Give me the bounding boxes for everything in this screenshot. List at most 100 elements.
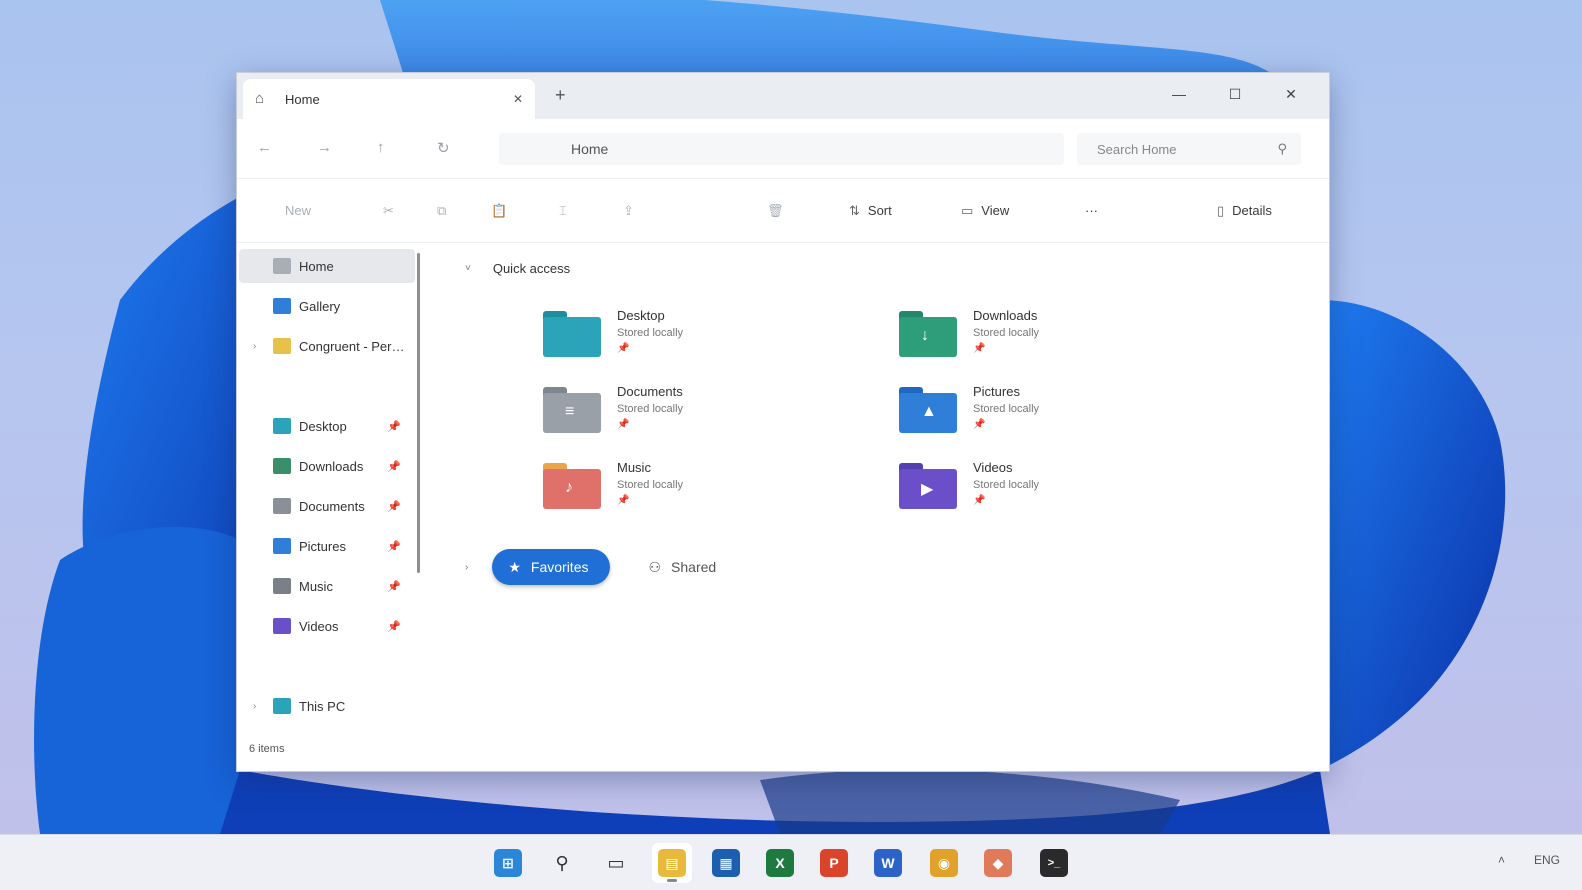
copy-icon[interactable]: ⧉: [437, 203, 446, 219]
tile-name: Downloads: [973, 308, 1038, 323]
home-icon: [273, 258, 291, 274]
quick-access-header[interactable]: ˅ Quick access: [465, 261, 570, 276]
tile-name: Pictures: [973, 384, 1020, 399]
documents-icon: [273, 498, 291, 514]
address-bar: ← → ↑ ↻ Home Search Home ⚲: [237, 119, 1329, 179]
cut-icon[interactable]: ✂: [383, 203, 394, 219]
maximize-button[interactable]: ☐: [1215, 79, 1255, 109]
chevron-right-icon[interactable]: ›: [253, 341, 256, 352]
tile-subtitle: Stored locally: [973, 479, 1040, 491]
folder-desktop-icon: [543, 311, 601, 357]
status-item-count: 6 items: [249, 743, 285, 755]
rename-icon[interactable]: ⌶: [559, 203, 567, 219]
minimize-button[interactable]: —: [1159, 79, 1199, 109]
share-icon[interactable]: ⇪: [623, 203, 634, 219]
sidebar-scrollbar[interactable]: [417, 253, 420, 573]
up-icon[interactable]: ↑: [377, 139, 385, 156]
command-bar: New ✂ ⧉ 📋 ⌶ ⇪ 🗑 ⇅ Sort ▭ View ··· ▯ Details: [237, 181, 1329, 243]
favorites-label: Favorites: [530, 559, 589, 575]
tab-home[interactable]: ⌂ Home ✕: [243, 79, 535, 119]
search-input[interactable]: Search Home ⚲: [1077, 133, 1301, 165]
more-button[interactable]: ···: [1085, 203, 1098, 218]
terminal-taskbar-button[interactable]: >_: [1034, 843, 1074, 883]
quick-access-desktop[interactable]: Desktop Stored locally 📌: [543, 307, 863, 371]
downloads-icon: [273, 458, 291, 474]
store-taskbar-button[interactable]: ▦: [706, 843, 746, 883]
refresh-icon[interactable]: ↻: [437, 139, 450, 157]
close-window-button[interactable]: ✕: [1271, 79, 1311, 109]
sidebar-item-gallery[interactable]: Gallery: [239, 289, 415, 323]
shared-button[interactable]: ⚇ Shared: [632, 549, 738, 585]
back-icon[interactable]: ←: [257, 139, 272, 156]
new-button[interactable]: New: [285, 203, 311, 218]
home-icon: ⌂: [255, 90, 265, 107]
pin-icon: 📌: [973, 343, 986, 354]
taskbar-search-button[interactable]: ⚲: [542, 843, 582, 883]
sidebar-item-documents[interactable]: Documents 📌: [239, 489, 415, 523]
running-indicator: [667, 879, 677, 882]
app-taskbar-button[interactable]: ◆: [978, 843, 1018, 883]
search-icon: ⚲: [555, 852, 569, 873]
start-button[interactable]: ⊞: [488, 843, 528, 883]
task-view-button[interactable]: ▭: [596, 843, 636, 883]
powerpoint-taskbar-button[interactable]: P: [814, 843, 854, 883]
tile-name: Desktop: [617, 308, 665, 323]
view-label: View: [981, 203, 1010, 218]
pictures-icon: [273, 538, 291, 554]
view-button[interactable]: ▭ View: [961, 203, 1009, 219]
pin-icon: 📌: [617, 419, 630, 430]
sidebar-item-pictures[interactable]: Pictures 📌: [239, 529, 415, 563]
new-tab-button[interactable]: +: [555, 85, 566, 106]
sort-icon: ⇅: [849, 203, 860, 218]
sidebar-item-downloads[interactable]: Downloads 📌: [239, 449, 415, 483]
tile-subtitle: Stored locally: [973, 327, 1040, 339]
sidebar-item-home[interactable]: Home: [239, 249, 415, 283]
excel-taskbar-button[interactable]: X: [760, 843, 800, 883]
tray-chevron-up-icon[interactable]: ˄: [1498, 853, 1505, 867]
tab-close-button[interactable]: ✕: [513, 92, 523, 106]
delete-icon[interactable]: 🗑: [767, 203, 784, 219]
quick-access-videos[interactable]: ▶ Videos Stored locally 📌: [899, 459, 1219, 523]
quick-access-pictures[interactable]: ▲ Pictures Stored locally 📌: [899, 383, 1219, 447]
breadcrumb-home[interactable]: Home: [571, 141, 608, 157]
word-taskbar-button[interactable]: W: [868, 843, 908, 883]
chevron-right-icon[interactable]: ›: [465, 562, 468, 573]
music-icon: [273, 578, 291, 594]
sidebar-item-videos[interactable]: Videos 📌: [239, 609, 415, 643]
chrome-taskbar-button[interactable]: ◉: [924, 843, 964, 883]
quick-access-downloads[interactable]: ↓ Downloads Stored locally 📌: [899, 307, 1219, 371]
sidebar-item-label: Gallery: [299, 298, 341, 314]
pin-icon: 📌: [387, 500, 401, 513]
word-icon: W: [874, 849, 902, 877]
tile-subtitle: Stored locally: [973, 403, 1040, 415]
sidebar-item-onedrive[interactable]: › Congruent - Personal: [239, 329, 415, 363]
star-icon: ★: [508, 558, 521, 575]
chevron-down-icon[interactable]: ˅: [465, 263, 471, 274]
details-icon: ▯: [1217, 203, 1225, 218]
section-title: Quick access: [492, 261, 571, 276]
sidebar-item-this-pc[interactable]: › This PC: [239, 689, 415, 723]
this-pc-icon: [273, 698, 291, 714]
sort-button[interactable]: ⇅ Sort: [849, 203, 892, 219]
windows-icon: ⊞: [494, 849, 522, 877]
content-pane: ˅ Quick access Desktop Stored locally 📌 …: [465, 249, 1315, 729]
favorites-button[interactable]: ★ Favorites: [492, 549, 611, 585]
file-explorer-taskbar-button[interactable]: ▤: [652, 843, 692, 883]
sidebar-item-label: Downloads: [299, 458, 364, 474]
breadcrumb[interactable]: Home: [499, 133, 1064, 165]
sidebar-item-music[interactable]: Music 📌: [239, 569, 415, 603]
details-label: Details: [1232, 203, 1272, 218]
tile-subtitle: Stored locally: [617, 403, 684, 415]
sidebar-item-label: Pictures: [299, 538, 346, 554]
shared-icon: ⚇: [648, 558, 662, 575]
forward-icon[interactable]: →: [317, 139, 332, 156]
language-indicator[interactable]: ENG: [1534, 853, 1560, 867]
sidebar-item-label: Home: [299, 258, 334, 274]
sidebar-item-desktop[interactable]: Desktop 📌: [239, 409, 415, 443]
chevron-right-icon[interactable]: ›: [253, 701, 256, 712]
pin-icon: 📌: [617, 343, 630, 354]
quick-access-documents[interactable]: ≡ Documents Stored locally 📌: [543, 383, 863, 447]
quick-access-music[interactable]: ♪ Music Stored locally 📌: [543, 459, 863, 523]
paste-icon[interactable]: 📋: [491, 203, 507, 219]
details-button[interactable]: ▯ Details: [1217, 203, 1272, 219]
